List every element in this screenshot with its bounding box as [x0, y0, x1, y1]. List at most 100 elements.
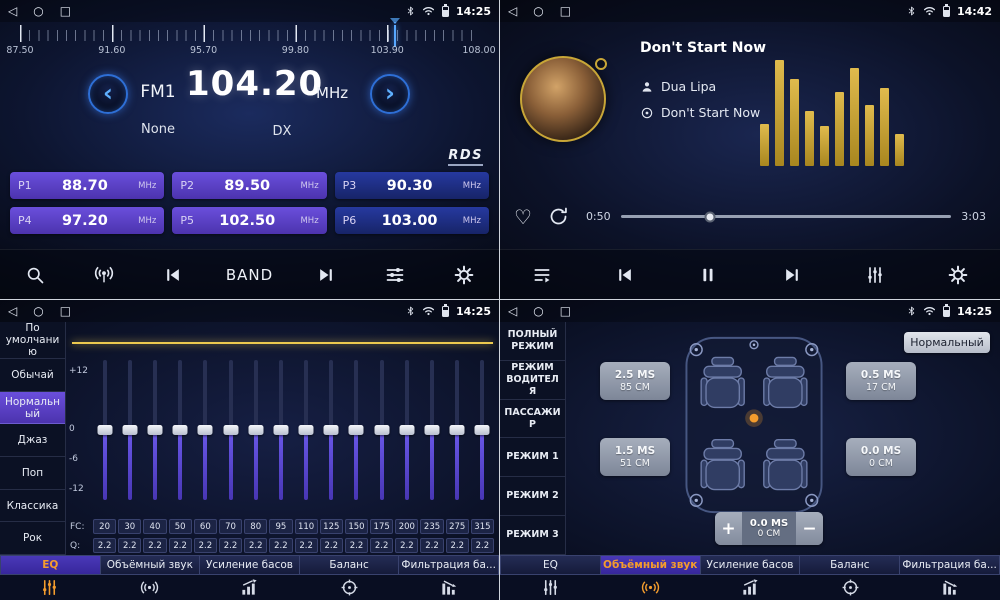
eq-slider-knob[interactable]: [198, 425, 213, 435]
nav-recents-icon[interactable]: □: [560, 5, 571, 17]
tune-down-button[interactable]: ‹: [88, 74, 128, 114]
nav-back-icon[interactable]: ◁: [8, 5, 17, 17]
repeat-icon[interactable]: [542, 206, 576, 227]
eq-sliders-button[interactable]: [858, 265, 892, 285]
settings-button[interactable]: [941, 265, 975, 285]
pause-button[interactable]: [691, 265, 725, 285]
eq-band-slider[interactable]: [142, 354, 167, 506]
nav-home-icon[interactable]: ○: [533, 5, 543, 17]
tab-surround[interactable]: Объёмный звук: [600, 555, 700, 575]
previous-track-button[interactable]: [608, 265, 642, 285]
playlist-button[interactable]: [525, 265, 559, 285]
tab-bass-boost-icon[interactable]: [200, 575, 300, 600]
previous-station-button[interactable]: [156, 265, 190, 285]
tab-bass-boost[interactable]: Усиление басов: [700, 555, 800, 575]
search-button[interactable]: [18, 265, 52, 285]
tab-eq[interactable]: EQ: [0, 555, 100, 575]
nav-back-icon[interactable]: ◁: [8, 305, 17, 317]
progress-bar[interactable]: [621, 215, 952, 218]
preset-button-p2[interactable]: P289.50MHz: [172, 172, 326, 199]
nav-home-icon[interactable]: ○: [33, 305, 43, 317]
next-track-button[interactable]: [775, 265, 809, 285]
eq-slider-knob[interactable]: [324, 425, 339, 435]
mode-driver[interactable]: РЕЖИМ ВОДИТЕЛЯ: [500, 361, 565, 400]
eq-preset-normal[interactable]: Нормальный: [0, 392, 65, 425]
mode-2[interactable]: РЕЖИМ 2: [500, 477, 565, 516]
nav-recents-icon[interactable]: □: [60, 305, 71, 317]
eq-band-slider[interactable]: [319, 354, 344, 506]
settings-button[interactable]: [447, 265, 481, 285]
favorite-heart-icon[interactable]: ♡: [514, 207, 532, 227]
tab-filter-icon[interactable]: [399, 575, 499, 600]
tab-balance[interactable]: Баланс: [799, 555, 899, 575]
eq-preset-custom[interactable]: Обычай: [0, 359, 65, 392]
next-station-button[interactable]: [309, 265, 343, 285]
eq-preset-classic[interactable]: Классика: [0, 490, 65, 523]
tab-bass-boost-icon[interactable]: [700, 575, 800, 600]
eq-slider-knob[interactable]: [399, 425, 414, 435]
eq-band-slider[interactable]: [268, 354, 293, 506]
preset-button-p6[interactable]: P6103.00MHz: [335, 207, 489, 234]
eq-band-slider[interactable]: [117, 354, 142, 506]
preset-button-p1[interactable]: P188.70MHz: [10, 172, 164, 199]
tab-surround-icon[interactable]: [100, 575, 200, 600]
tab-filter-icon[interactable]: [900, 575, 1000, 600]
band-button[interactable]: BAND: [226, 266, 273, 284]
eq-slider-knob[interactable]: [450, 425, 465, 435]
eq-preset-default[interactable]: По умолчанию: [0, 322, 65, 359]
eq-slider-knob[interactable]: [122, 425, 137, 435]
nav-home-icon[interactable]: ○: [533, 305, 543, 317]
tab-filter[interactable]: Фильтрация ба...: [899, 555, 1000, 575]
eq-band-slider[interactable]: [419, 354, 444, 506]
tab-filter[interactable]: Фильтрация ба...: [398, 555, 499, 575]
tab-eq-icon[interactable]: [500, 575, 600, 600]
eq-slider-knob[interactable]: [299, 425, 314, 435]
preset-button-p3[interactable]: P390.30MHz: [335, 172, 489, 199]
mode-3[interactable]: РЕЖИМ 3: [500, 516, 565, 555]
delay-front-left[interactable]: 2.5 MS85 CM: [600, 362, 670, 400]
eq-slider-knob[interactable]: [147, 425, 162, 435]
nav-back-icon[interactable]: ◁: [508, 305, 517, 317]
eq-slider-knob[interactable]: [97, 425, 112, 435]
nav-home-icon[interactable]: ○: [33, 5, 43, 17]
preset-button-p5[interactable]: P5102.50MHz: [172, 207, 326, 234]
tab-surround[interactable]: Объёмный звук: [100, 555, 200, 575]
tab-balance-icon[interactable]: [800, 575, 900, 600]
nav-back-icon[interactable]: ◁: [508, 5, 517, 17]
tab-bass-boost[interactable]: Усиление басов: [199, 555, 299, 575]
delay-front-right[interactable]: 0.5 MS17 CM: [846, 362, 916, 400]
eq-slider-knob[interactable]: [475, 425, 490, 435]
mode-full[interactable]: ПОЛНЫЙ РЕЖИМ: [500, 322, 565, 361]
tune-up-button[interactable]: ›: [370, 74, 410, 114]
mode-passenger[interactable]: ПАССАЖИР: [500, 400, 565, 439]
radio-seek-button[interactable]: [87, 264, 121, 286]
delay-rear-left[interactable]: 1.5 MS51 CM: [600, 438, 670, 476]
eq-band-slider[interactable]: [168, 354, 193, 506]
progress-knob[interactable]: [704, 211, 715, 222]
eq-band-slider[interactable]: [445, 354, 470, 506]
delay-minus-button[interactable]: −: [796, 512, 823, 545]
tab-eq[interactable]: EQ: [500, 555, 600, 575]
delay-rear-right[interactable]: 0.0 MS0 CM: [846, 438, 916, 476]
album-art[interactable]: [520, 56, 606, 142]
eq-slider-knob[interactable]: [173, 425, 188, 435]
eq-preset-pop[interactable]: Поп: [0, 457, 65, 490]
tab-balance[interactable]: Баланс: [299, 555, 399, 575]
preset-button-p4[interactable]: P497.20MHz: [10, 207, 164, 234]
eq-preset-rock[interactable]: Рок: [0, 522, 65, 555]
eq-band-slider[interactable]: [218, 354, 243, 506]
delay-plus-button[interactable]: +: [715, 512, 742, 545]
frequency-ruler[interactable]: 87.5091.6095.7099.80103.90108.00: [20, 25, 479, 69]
eq-band-slider[interactable]: [294, 354, 319, 506]
eq-slider-knob[interactable]: [374, 425, 389, 435]
tab-eq-icon[interactable]: [0, 575, 100, 600]
eq-band-slider[interactable]: [394, 354, 419, 506]
eq-preset-jazz[interactable]: Джаз: [0, 424, 65, 457]
eq-band-slider[interactable]: [193, 354, 218, 506]
eq-band-slider[interactable]: [92, 354, 117, 506]
tune-sliders-button[interactable]: [378, 265, 412, 285]
eq-slider-knob[interactable]: [349, 425, 364, 435]
tab-surround-icon[interactable]: [600, 575, 700, 600]
eq-band-slider[interactable]: [470, 354, 495, 506]
mode-1[interactable]: РЕЖИМ 1: [500, 438, 565, 477]
